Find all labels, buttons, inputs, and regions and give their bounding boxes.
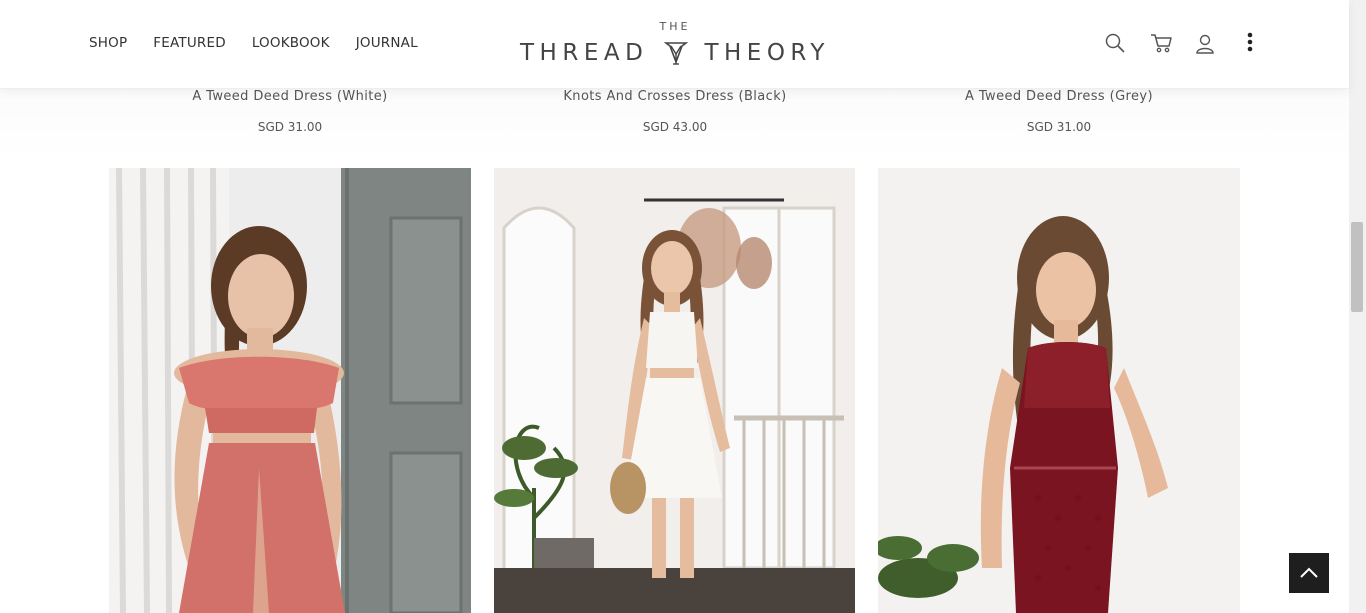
product-image-white-set[interactable] — [494, 168, 856, 613]
product-price: SGD 43.00 — [642, 120, 708, 134]
product-name[interactable]: A Tweed Deed Dress (Grey) — [878, 89, 1240, 104]
logo-right-word: THEORY — [704, 40, 830, 66]
logo-wordmark: THREAD THEORY — [520, 40, 830, 66]
top-row-captions: A Tweed Deed Dress (White) SGD 31.00 Kno… — [0, 89, 1349, 159]
page: SHOP FEATURED LOOKBOOK JOURNAL THE THREA… — [0, 0, 1366, 613]
main-nav: SHOP FEATURED LOOKBOOK JOURNAL — [89, 35, 444, 51]
logo-emblem-icon — [664, 42, 689, 65]
product-caption: A Tweed Deed Dress (Grey) SGD 31.00 — [878, 89, 1240, 134]
site-logo[interactable]: THE THREAD THEORY — [520, 20, 830, 70]
product-image-pink-dress[interactable] — [109, 168, 471, 613]
search-icon[interactable] — [1104, 32, 1128, 56]
product-caption: Knots And Crosses Dress (Black) SGD 43.0… — [494, 89, 856, 134]
product-image-maroon-lace[interactable] — [878, 168, 1240, 613]
logo-small-text: THE — [659, 20, 691, 33]
product-caption: A Tweed Deed Dress (White) SGD 31.00 — [109, 89, 471, 134]
product-price: SGD 31.00 — [257, 120, 323, 134]
nav-journal[interactable]: JOURNAL — [356, 35, 418, 51]
product-name[interactable]: A Tweed Deed Dress (White) — [109, 89, 471, 104]
user-icon[interactable] — [1194, 33, 1218, 57]
cart-icon[interactable] — [1150, 32, 1174, 56]
product-price: SGD 31.00 — [1026, 120, 1092, 134]
scrollbar-thumb[interactable] — [1351, 222, 1363, 312]
product-name[interactable]: Knots And Crosses Dress (Black) — [494, 89, 856, 104]
nav-lookbook[interactable]: LOOKBOOK — [252, 35, 330, 51]
back-to-top-button[interactable] — [1289, 553, 1329, 593]
more-vertical-icon[interactable] — [1240, 31, 1264, 55]
nav-featured[interactable]: FEATURED — [153, 35, 226, 51]
chevron-up-icon — [1300, 567, 1318, 578]
logo-left-word: THREAD — [520, 40, 649, 66]
site-header: SHOP FEATURED LOOKBOOK JOURNAL THE THREA… — [0, 0, 1349, 89]
nav-shop[interactable]: SHOP — [89, 35, 127, 51]
